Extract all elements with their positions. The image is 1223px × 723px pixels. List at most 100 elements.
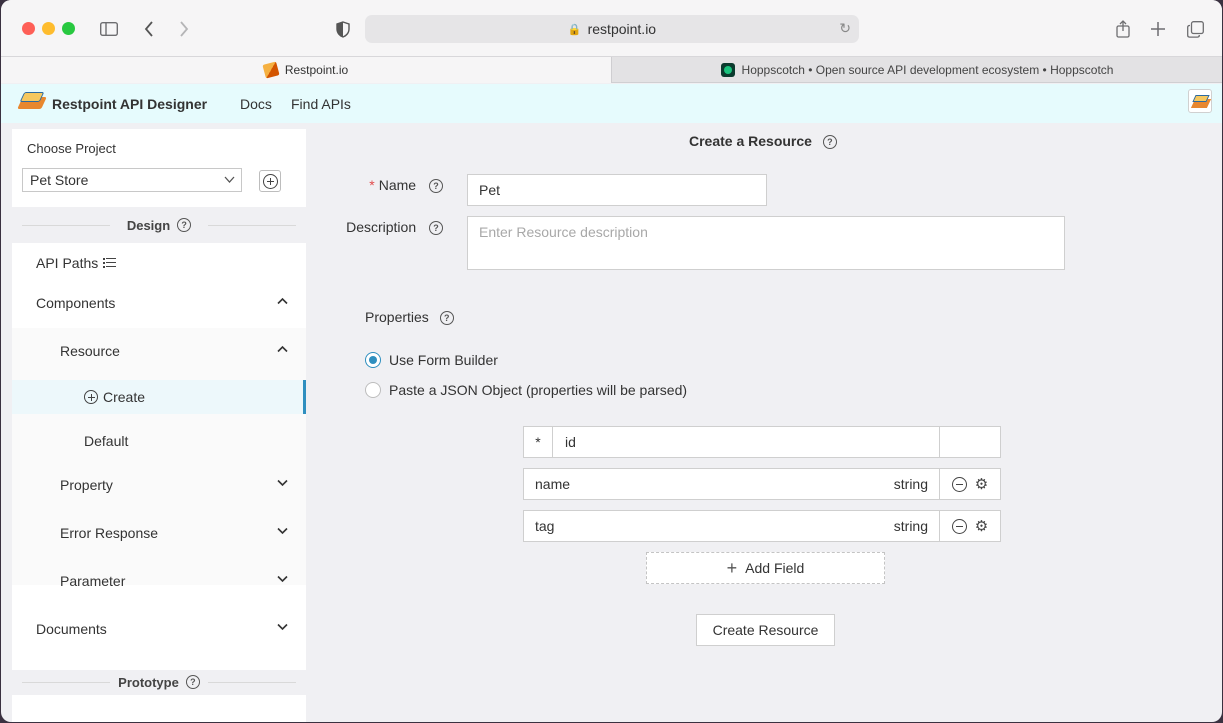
required-marker: * <box>524 427 553 457</box>
chevron-down-icon <box>277 526 288 538</box>
radio-form-builder[interactable]: Use Form Builder <box>365 352 498 368</box>
tab-label: Hoppscotch • Open source API development… <box>741 63 1114 77</box>
url-text: restpoint.io <box>587 21 657 37</box>
chevron-down-icon <box>277 622 288 634</box>
sidebar-item-label: API Paths <box>36 255 99 271</box>
sidebar-item-label: Documents <box>36 621 107 637</box>
prototype-title: Prototype <box>118 674 179 690</box>
privacy-shield-icon[interactable] <box>330 16 356 42</box>
design-title: Design <box>126 217 171 233</box>
chevron-up-icon <box>277 344 288 356</box>
prototype-section-title: Prototype ? <box>12 672 306 692</box>
help-icon[interactable]: ? <box>185 675 200 689</box>
description-label-text: Description <box>346 219 417 235</box>
radio-label: Use Form Builder <box>389 352 498 368</box>
name-input-value: Pet <box>479 182 501 198</box>
sidebar-item-label: Resource <box>60 343 120 359</box>
user-avatar[interactable] <box>1188 89 1212 113</box>
radio-button-checked[interactable] <box>365 352 381 368</box>
forward-icon[interactable] <box>171 16 197 42</box>
sidebar-item-label: Default <box>84 433 129 449</box>
sidebar-item-api-paths[interactable]: API Paths <box>12 243 306 283</box>
sidebar-item-default[interactable]: Default <box>12 421 306 461</box>
zoom-window-button[interactable] <box>62 22 75 35</box>
sidebar-item-label: Error Response <box>60 525 159 541</box>
address-bar[interactable]: 🔒 restpoint.io ↻ <box>365 15 859 43</box>
field-name: tag <box>535 518 555 534</box>
add-circle-icon <box>84 390 98 404</box>
back-icon[interactable] <box>136 16 162 42</box>
design-section-title: Design ? <box>12 215 306 235</box>
field-type: string <box>893 476 928 492</box>
gear-icon[interactable]: ⚙ <box>975 477 988 492</box>
help-icon[interactable]: ? <box>822 135 837 150</box>
sidebar-item-resource[interactable]: Resource <box>12 331 306 371</box>
project-chooser: Choose Project Pet Store <box>12 129 306 207</box>
add-field-label: Add Field <box>745 560 805 576</box>
add-project-button[interactable] <box>259 170 281 192</box>
brand-title[interactable]: Restpoint API Designer <box>52 96 207 112</box>
help-icon[interactable]: ? <box>429 221 443 236</box>
radio-button[interactable] <box>365 382 381 398</box>
field-actions-empty <box>939 427 1000 457</box>
field-name: name <box>535 476 571 492</box>
lock-icon: 🔒 <box>567 23 582 36</box>
description-textarea[interactable]: Enter Resource description <box>467 216 1065 270</box>
share-icon[interactable] <box>1110 16 1136 42</box>
list-icon <box>103 258 117 268</box>
sidebar-item-error-response[interactable]: Error Response <box>12 513 306 553</box>
radio-json-object[interactable]: Paste a JSON Object (properties will be … <box>365 382 687 398</box>
sidebar-item-create[interactable]: Create <box>12 380 306 414</box>
name-input[interactable]: Pet <box>467 174 767 206</box>
field-row-id[interactable]: * id <box>523 426 1001 458</box>
description-placeholder: Enter Resource description <box>479 224 648 240</box>
field-row-tag[interactable]: tag string ⚙ <box>523 510 1001 542</box>
nav-docs[interactable]: Docs <box>240 96 272 112</box>
project-select[interactable]: Pet Store <box>22 168 242 192</box>
tab-bar: Restpoint.io Hoppscotch • Open source AP… <box>1 56 1222 83</box>
sidebar-item-label: Create <box>103 389 146 405</box>
chevron-down-icon <box>224 169 235 198</box>
sidebar-item-parameter[interactable]: Parameter <box>12 561 306 601</box>
sidebar-item-label: Components <box>36 295 116 311</box>
sidebar-toggle-icon[interactable] <box>96 16 122 42</box>
radio-label: Paste a JSON Object (properties will be … <box>389 382 688 398</box>
page-title-text: Create a Resource <box>689 133 812 149</box>
sidebar-item-label: Parameter <box>60 573 126 589</box>
page-title: Create a Resource ? <box>689 133 837 150</box>
close-window-button[interactable] <box>22 22 35 35</box>
choose-project-label: Choose Project <box>27 141 116 156</box>
sidebar-item-property[interactable]: Property <box>12 465 306 505</box>
browser-window: 🔒 restpoint.io ↻ Restpoint.io Hoppscotch… <box>1 0 1222 722</box>
required-asterisk: * <box>369 177 375 193</box>
create-resource-button[interactable]: Create Resource <box>696 614 835 646</box>
project-select-value: Pet Store <box>30 172 89 188</box>
name-label: * Name ? <box>347 177 443 194</box>
sidebar-item-label: Property <box>60 477 113 493</box>
tab-hoppscotch[interactable]: Hoppscotch • Open source API development… <box>611 57 1222 83</box>
sidebar-item-components[interactable]: Components <box>12 283 306 323</box>
help-icon[interactable]: ? <box>429 179 443 194</box>
remove-field-icon[interactable] <box>951 518 967 534</box>
nav-find-apis[interactable]: Find APIs <box>291 96 351 112</box>
hoppscotch-favicon-icon <box>720 63 735 77</box>
help-icon[interactable]: ? <box>439 311 454 326</box>
restpoint-logo-icon[interactable] <box>17 89 47 111</box>
help-icon[interactable]: ? <box>177 218 192 232</box>
reload-icon[interactable]: ↻ <box>839 20 851 37</box>
tab-restpoint[interactable]: Restpoint.io <box>1 57 611 83</box>
field-name: id <box>565 434 576 450</box>
field-row-name[interactable]: name string ⚙ <box>523 468 1001 500</box>
sidebar-item-documents[interactable]: Documents <box>12 609 306 649</box>
remove-field-icon[interactable] <box>951 476 967 492</box>
sidebar: Choose Project Pet Store Design ? API Pa… <box>12 129 306 722</box>
tab-overview-icon[interactable] <box>1182 16 1208 42</box>
chevron-down-icon <box>277 574 288 586</box>
minimize-window-button[interactable] <box>42 22 55 35</box>
gear-icon[interactable]: ⚙ <box>975 519 988 534</box>
add-circle-icon <box>262 173 278 189</box>
tab-label: Restpoint.io <box>284 63 349 77</box>
add-field-button[interactable]: + Add Field <box>646 552 885 584</box>
new-tab-icon[interactable] <box>1145 16 1171 42</box>
plus-icon: + <box>726 557 738 578</box>
